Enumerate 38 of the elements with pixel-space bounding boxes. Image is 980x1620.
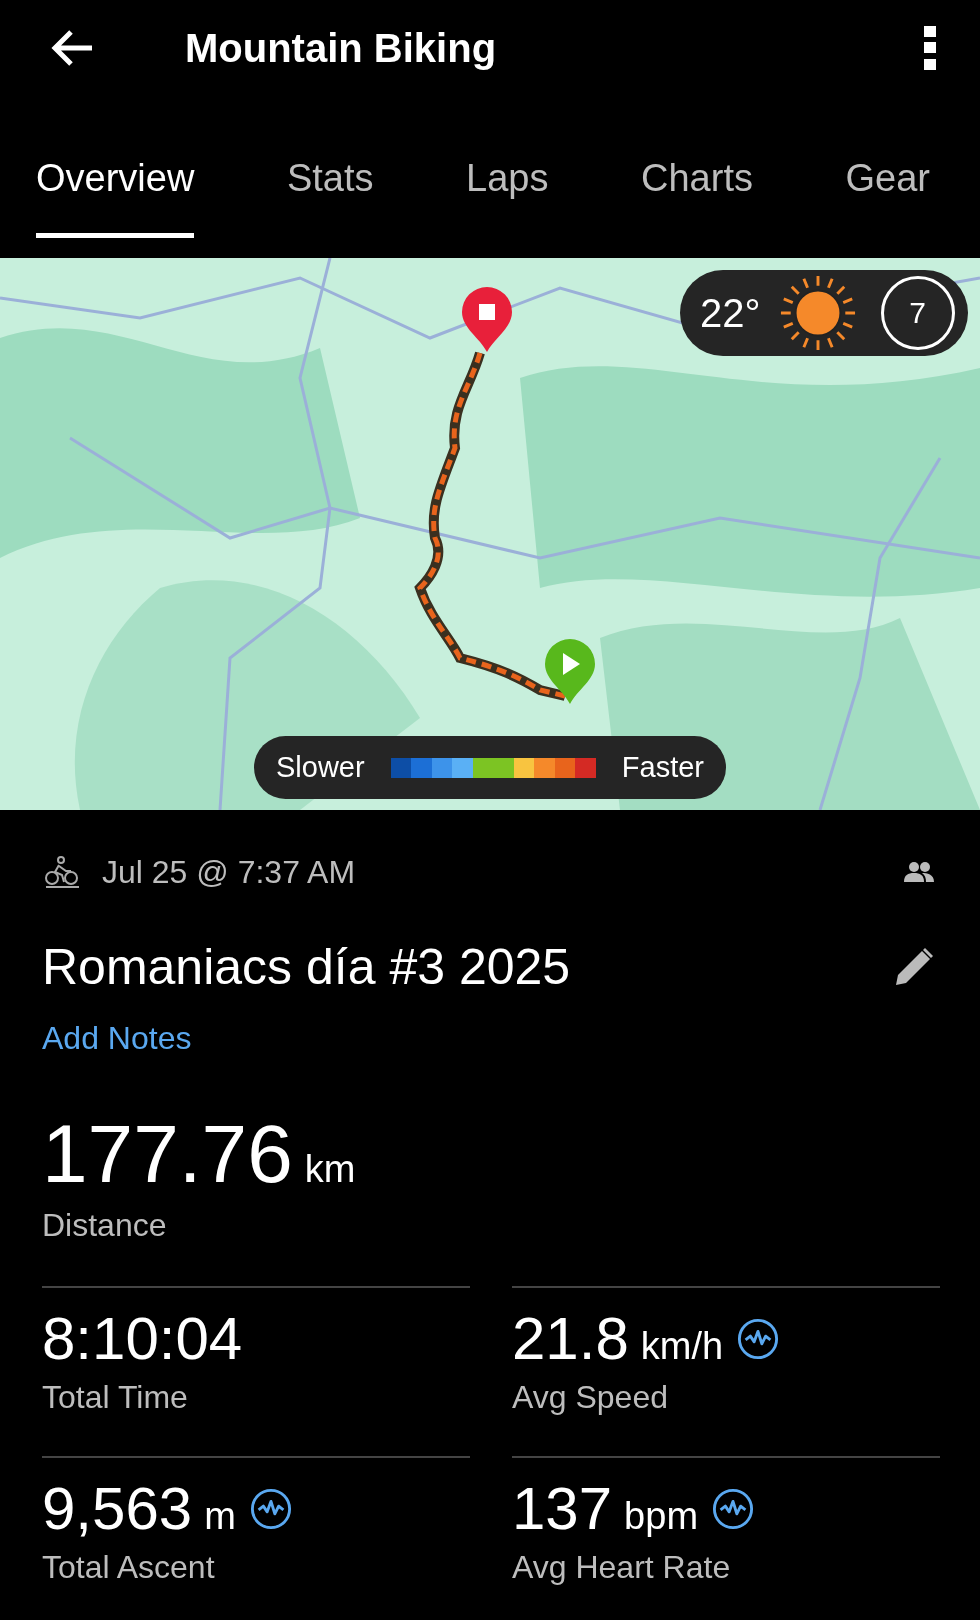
tab[interactable]: Stats <box>286 96 374 238</box>
stat-label: Total Time <box>42 1379 189 1416</box>
legend-label: Faster <box>621 751 704 784</box>
cyclist-icon <box>44 856 80 888</box>
stat-unit: m <box>204 1495 236 1538</box>
stat-value: 9,563 <box>42 1474 193 1543</box>
pulse-chart-icon[interactable] <box>712 1487 755 1530</box>
stat-value: 137 <box>512 1474 613 1543</box>
activity-title: Romaniacs día #3 2025 <box>42 938 571 996</box>
tab[interactable]: Laps <box>466 96 549 238</box>
activity-date: Jul 25 @ 7:37 AM <box>102 853 357 891</box>
distance-label: Distance <box>42 1207 168 1244</box>
stop-pin-icon <box>460 286 514 352</box>
distance-value: 177.76 <box>42 1107 293 1201</box>
stat-value: 8:10:04 <box>42 1304 243 1373</box>
stat-label: Total Ascent <box>42 1549 216 1586</box>
stat-value: 21.8 <box>512 1304 629 1373</box>
stat-label: Avg Heart Rate <box>512 1549 732 1586</box>
distance-unit: km <box>304 1148 356 1191</box>
tab[interactable]: Gear <box>845 96 930 238</box>
page-title: Mountain Biking <box>185 25 498 71</box>
menu-icon[interactable] <box>924 26 936 70</box>
temperature: 22° <box>700 290 761 336</box>
sun-icon <box>778 274 857 352</box>
people-icon[interactable] <box>904 861 934 883</box>
back-arrow-icon[interactable] <box>50 29 94 67</box>
stat-unit: bpm <box>624 1495 699 1538</box>
stat-label: Avg Speed <box>512 1379 669 1416</box>
start-pin-icon <box>543 638 597 704</box>
stat-unit: km/h <box>640 1325 724 1368</box>
legend-label: Slower <box>276 751 365 784</box>
circle-badge: 7 <box>880 276 955 350</box>
add-notes-link[interactable]: Add Notes <box>42 1020 192 1057</box>
tab[interactable]: Overview <box>36 96 195 238</box>
edit-icon[interactable] <box>894 947 934 987</box>
tab[interactable]: Charts <box>641 96 753 238</box>
pulse-chart-icon[interactable] <box>737 1317 780 1360</box>
pulse-chart-icon[interactable] <box>249 1487 292 1530</box>
